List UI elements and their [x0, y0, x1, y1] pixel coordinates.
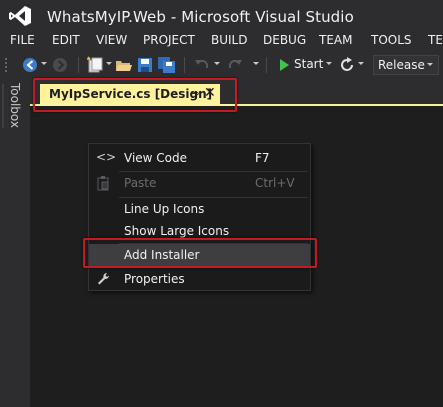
menu-build[interactable]: BUILD: [211, 33, 247, 47]
window-title: WhatsMyIP.Web - Microsoft Visual Studio: [47, 8, 354, 26]
menu-project[interactable]: PROJECT: [143, 33, 195, 47]
menu-item-line-up-icons[interactable]: Line Up Icons: [89, 198, 310, 220]
menu-view[interactable]: VIEW: [96, 33, 127, 47]
left-dock-strip: [0, 80, 30, 407]
start-label: Start: [294, 57, 324, 71]
navigate-forward-icon[interactable]: [51, 56, 69, 74]
save-icon[interactable]: [136, 56, 154, 74]
toolbar-grip[interactable]: [4, 57, 8, 73]
navigate-back-icon[interactable]: [22, 56, 40, 74]
menu-item-label: Show Large Icons: [124, 224, 230, 238]
refresh-dropdown-icon[interactable]: [358, 62, 364, 65]
menu-item-properties[interactable]: Properties: [89, 268, 310, 290]
redo-dropdown-icon[interactable]: [253, 62, 259, 65]
redo-icon[interactable]: [227, 56, 243, 74]
designer-context-menu: <> View Code F7 Paste Ctrl+V Line Up Ico…: [88, 143, 311, 291]
chevron-down-icon: [427, 63, 433, 66]
menu-edit[interactable]: EDIT: [52, 33, 80, 47]
menu-tools[interactable]: TOOLS: [371, 33, 412, 47]
menu-item-paste[interactable]: Paste Ctrl+V: [89, 172, 310, 194]
menu-item-view-code[interactable]: <> View Code F7: [89, 147, 310, 169]
refresh-icon[interactable]: [338, 56, 356, 74]
highlight-add-installer: [83, 238, 317, 268]
standard-toolbar: Start Release: [0, 53, 443, 77]
visual-studio-logo-icon: [9, 6, 31, 26]
toolbar-separator: [266, 57, 267, 73]
undo-dropdown-icon[interactable]: [214, 62, 220, 65]
menu-item-shortcut: Ctrl+V: [255, 176, 295, 190]
new-project-icon[interactable]: [86, 56, 104, 74]
solution-configuration-dropdown[interactable]: Release: [373, 55, 439, 75]
menu-test[interactable]: TES: [428, 33, 443, 47]
toolbar-separator: [184, 57, 185, 73]
menu-bar: FILE EDIT VIEW PROJECT BUILD DEBUG TEAM …: [0, 32, 443, 52]
configuration-value: Release: [378, 58, 425, 72]
menu-item-label: Properties: [124, 272, 185, 286]
menu-item-shortcut: F7: [255, 151, 270, 165]
toolbox-tab[interactable]: Toolbox: [8, 83, 22, 128]
menu-item-label: View Code: [124, 151, 188, 165]
undo-icon[interactable]: [194, 56, 210, 74]
title-bar: WhatsMyIP.Web - Microsoft Visual Studio: [0, 0, 443, 30]
toolbox-tab-accent: [2, 84, 4, 128]
paste-icon: [97, 176, 109, 191]
new-project-dropdown-icon[interactable]: [106, 62, 112, 65]
start-dropdown-icon[interactable]: [326, 62, 332, 65]
wrench-icon: [98, 272, 110, 285]
menu-team[interactable]: TEAM: [319, 33, 352, 47]
save-all-icon[interactable]: [157, 56, 177, 74]
menu-file[interactable]: FILE: [10, 33, 35, 47]
navigate-back-dropdown-icon[interactable]: [41, 62, 47, 65]
menu-item-label: Line Up Icons: [124, 202, 205, 216]
play-icon: [280, 59, 289, 71]
open-file-icon[interactable]: [115, 56, 133, 74]
menu-item-label: Paste: [124, 176, 157, 190]
toolbar-separator: [78, 57, 79, 73]
code-icon: <>: [96, 150, 117, 164]
highlight-document-tab: [33, 78, 237, 112]
menu-debug[interactable]: DEBUG: [263, 33, 306, 47]
